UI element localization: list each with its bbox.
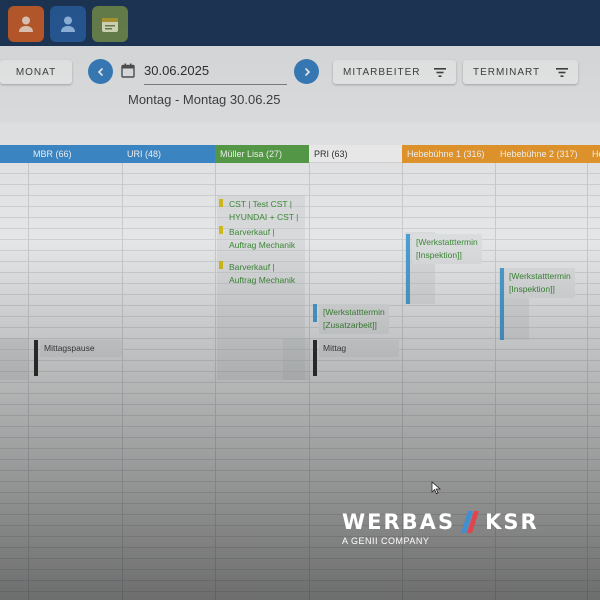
calendar-app-button[interactable]	[92, 6, 128, 42]
month-view-button[interactable]: MONAT	[0, 60, 72, 84]
user-icon	[61, 16, 75, 32]
resource-header-mueller[interactable]: Müller Lisa (27)	[215, 145, 309, 163]
appointment-marker	[313, 340, 317, 376]
column-divider	[215, 145, 216, 600]
appointment-marker	[313, 304, 317, 322]
employee-filter-button[interactable]: MITARBEITER	[333, 60, 456, 84]
next-day-button[interactable]	[294, 59, 319, 84]
appointment-marker	[34, 340, 38, 376]
appointment-shade	[0, 338, 28, 380]
column-divider	[28, 145, 29, 600]
appointment-hebebuehne-2[interactable]: [Werkstatttermin [Inspektion]]	[505, 268, 575, 298]
appointment-type-filter-label: TERMINART	[473, 66, 541, 78]
logo-slash-icon	[461, 511, 480, 533]
werbas-ksr-logo: WERBAS KSR A GENII COMPANY	[342, 510, 539, 546]
appointment-shade	[283, 338, 309, 380]
resource-header-pri[interactable]: PRI (63)	[309, 145, 402, 163]
appointment-marker	[219, 226, 223, 234]
resource-header-uri[interactable]: URI (48)	[122, 145, 215, 163]
appointment-mbr-mittagspause[interactable]: Mittagspause	[40, 340, 122, 357]
logo-tagline: A GENII COMPANY	[342, 536, 430, 546]
appointment-marker	[219, 261, 223, 269]
app-bar	[0, 0, 600, 46]
appointment-pri-mittag[interactable]: Mittag	[319, 340, 399, 357]
person-icon	[19, 16, 33, 32]
date-range-label: Montag - Montag 30.06.25	[128, 92, 281, 107]
filter-icon	[434, 67, 446, 77]
calendar-icon	[102, 18, 118, 32]
appointment-type-filter-button[interactable]: TERMINART	[463, 60, 578, 84]
previous-day-button[interactable]	[88, 59, 113, 84]
calendar-toolbar: MONAT 30.06.2025 Montag - Montag 30.06.2…	[0, 46, 600, 122]
chevron-right-icon	[304, 67, 310, 76]
resource-header-hebebuehne-1[interactable]: Hebebühne 1 (316)	[402, 145, 495, 163]
filter-icon	[556, 67, 568, 77]
mouse-cursor-icon	[431, 481, 441, 495]
appointment-barverkauf-2[interactable]: Barverkauf | Auftrag Mechanik	[229, 261, 295, 287]
date-picker-icon[interactable]	[121, 63, 135, 78]
resource-header-mbr[interactable]: MBR (66)	[28, 145, 122, 163]
appointment-marker	[219, 199, 223, 207]
logo-wordmark-left: WERBAS	[342, 510, 456, 534]
resource-header-row: MBR (66) URI (48) Müller Lisa (27) PRI (…	[0, 145, 600, 163]
user-app-button[interactable]	[50, 6, 86, 42]
date-input[interactable]: 30.06.2025	[144, 60, 287, 85]
logo-wordmark-right: KSR	[485, 510, 539, 534]
appointment-pri-zusatzarbeit[interactable]: [Werkstatttermin [Zusatzarbeit]]	[319, 304, 389, 334]
appointment-marker	[406, 234, 410, 304]
appointment-barverkauf-1[interactable]: Barverkauf | Auftrag Mechanik	[229, 226, 295, 252]
employee-filter-label: MITARBEITER	[343, 66, 421, 78]
resource-header-blank	[0, 145, 28, 163]
appointment-cst[interactable]: CST | Test CST | HYUNDAI + CST |	[229, 198, 298, 224]
column-divider	[587, 145, 588, 600]
month-view-label: MONAT	[15, 66, 57, 78]
appointment-hebebuehne-1[interactable]: [Werkstatttermin [Inspektion]]	[412, 234, 482, 264]
column-divider	[309, 145, 310, 600]
person-app-button[interactable]	[8, 6, 44, 42]
appointment-marker	[500, 268, 504, 340]
resource-header-hebebuehne-2[interactable]: Hebebühne 2 (317)	[495, 145, 587, 163]
resource-header-hebebuehne-3[interactable]: He	[587, 145, 600, 163]
column-divider	[122, 145, 123, 600]
chevron-left-icon	[97, 67, 103, 76]
